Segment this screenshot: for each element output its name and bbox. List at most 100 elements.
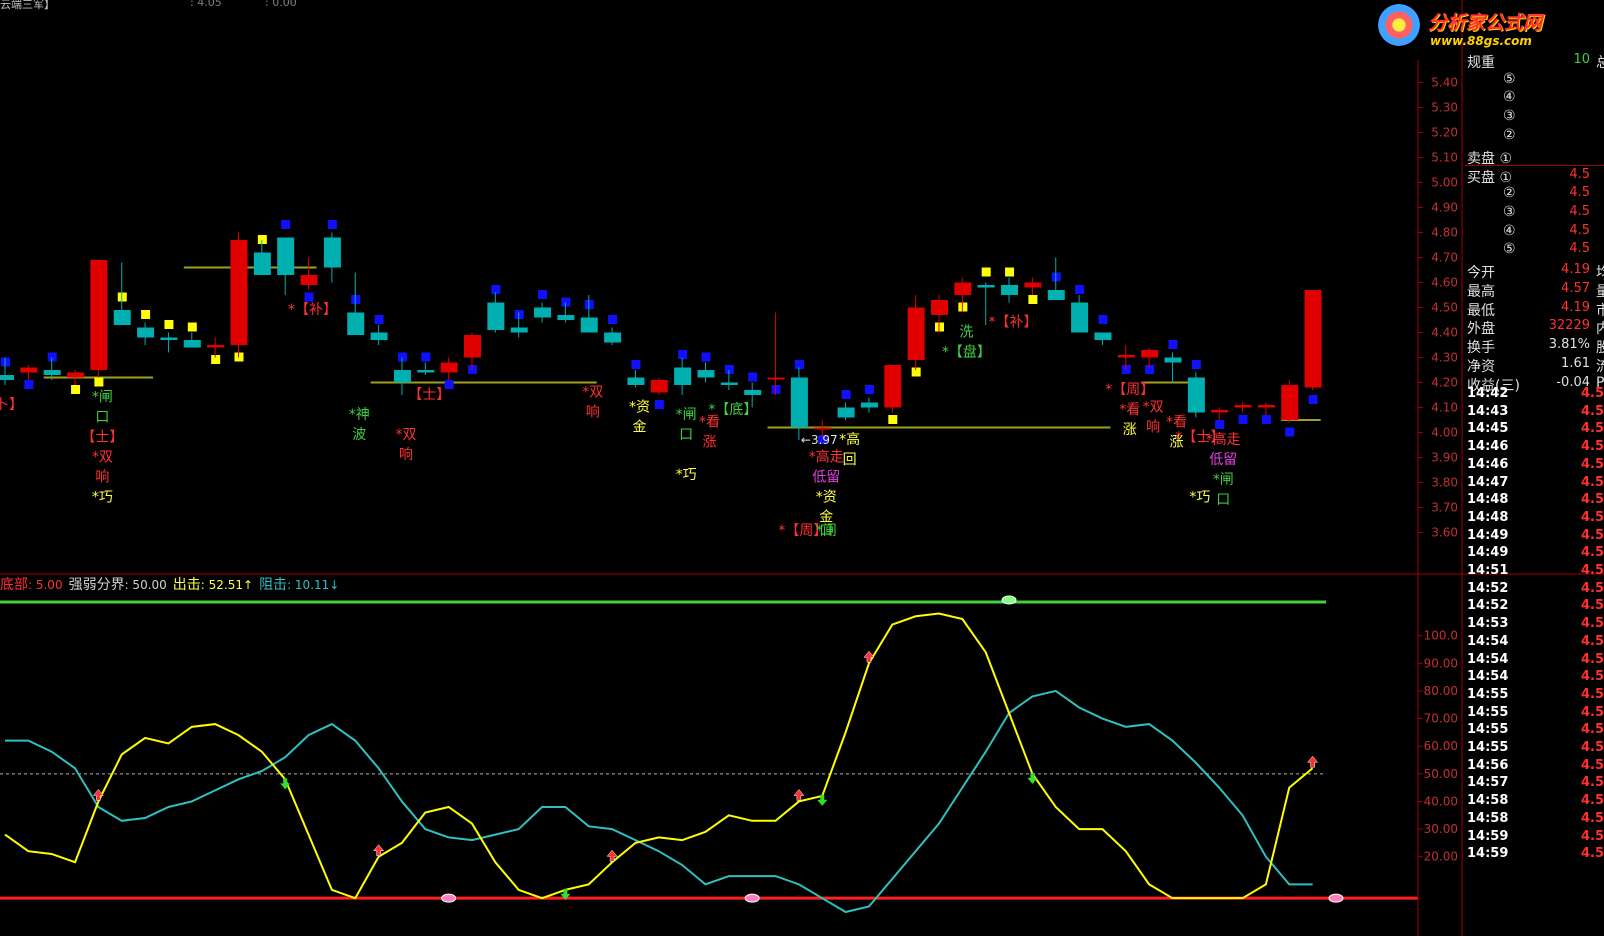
grid-dot — [13, 307, 15, 308]
grid-dot — [755, 157, 757, 158]
annotation-label: 涨 — [703, 435, 717, 451]
annotation-label: *看 — [699, 415, 720, 431]
candle-body — [1141, 350, 1159, 358]
grid-dot — [741, 357, 743, 358]
grid-dot — [489, 432, 491, 433]
grid-dot — [1371, 457, 1373, 458]
candle-body — [464, 335, 481, 358]
quote-value: 4.5 — [1569, 222, 1590, 238]
grid-dot — [335, 407, 337, 408]
grid-dot — [615, 482, 617, 483]
grid-dot — [1007, 207, 1009, 208]
grid-dot — [1399, 182, 1401, 183]
signal-diamond — [441, 893, 457, 903]
grid-dot — [279, 332, 281, 333]
grid-dot — [363, 207, 365, 208]
grid-dot — [83, 482, 85, 483]
grid-dot — [1063, 307, 1065, 308]
candle-body — [931, 300, 948, 315]
grid-dot — [1063, 82, 1065, 83]
grid-dot — [559, 432, 561, 433]
grid-dot — [279, 482, 281, 483]
grid-dot — [1133, 182, 1135, 183]
grid-dot — [1385, 482, 1387, 483]
grid-dot — [391, 507, 393, 508]
candle-body — [1094, 332, 1112, 340]
annotation-label: 口 — [679, 427, 693, 443]
grid-dot — [1077, 157, 1079, 158]
grid-dot — [1203, 482, 1205, 483]
grid-dot — [685, 257, 687, 258]
tick-price: 4.5 — [1580, 563, 1604, 578]
grid-dot — [573, 157, 575, 158]
grid-dot — [797, 332, 799, 333]
kline-chart[interactable]: ←3.97 *闸口【士】*双响*巧*【补】【士】*双响*神波*资金*双响 *闸口*… — [0, 0, 1604, 936]
grid-dot — [153, 157, 155, 158]
grid-dot — [111, 532, 113, 533]
grid-dot — [97, 532, 99, 533]
quote-row: 换手 3.81% 股 — [1465, 337, 1604, 356]
grid-dot — [755, 107, 757, 108]
grid-dot — [195, 182, 197, 183]
grid-dot — [755, 182, 757, 183]
grid-dot — [1119, 257, 1121, 258]
grid-dot — [153, 432, 155, 433]
grid-dot — [195, 307, 197, 308]
grid-dot — [1021, 332, 1023, 333]
grid-dot — [433, 282, 435, 283]
grid-dot — [545, 132, 547, 133]
grid-dot — [0, 282, 1, 283]
grid-dot — [251, 207, 253, 208]
grid-dot — [1217, 157, 1219, 158]
grid-dot — [69, 257, 71, 258]
trend-dot — [24, 380, 34, 389]
grid-dot — [867, 232, 869, 233]
grid-dot — [923, 282, 925, 283]
tick-time: 14:55 — [1467, 704, 1509, 720]
grid-dot — [489, 107, 491, 108]
grid-dot — [629, 182, 631, 183]
tick-price: 4.5 — [1580, 810, 1604, 826]
grid-dot — [223, 182, 225, 183]
grid-dot — [1301, 132, 1303, 133]
grid-dot — [363, 282, 365, 283]
grid-dot — [461, 232, 463, 233]
grid-dot — [195, 282, 197, 283]
grid-dot — [685, 332, 687, 333]
grid-dot — [895, 207, 897, 208]
grid-dot — [979, 407, 981, 408]
grid-dot — [895, 282, 897, 283]
grid-dot — [979, 182, 981, 183]
grid-dot — [55, 432, 57, 433]
grid-dot — [629, 532, 631, 533]
grid-dot — [1329, 457, 1331, 458]
quote-row: 规重 10 总 — [1465, 52, 1604, 71]
grid-dot — [1147, 182, 1149, 183]
grid-dot — [517, 157, 519, 158]
grid-dot — [1021, 482, 1023, 483]
grid-dot — [265, 532, 267, 533]
legend-name: 阻击 — [259, 577, 288, 593]
grid-dot — [503, 82, 505, 83]
grid-dot — [531, 532, 533, 533]
grid-dot — [1371, 532, 1373, 533]
grid-dot — [1357, 207, 1359, 208]
grid-dot — [965, 207, 967, 208]
grid-dot — [713, 82, 715, 83]
grid-dot — [237, 507, 239, 508]
grid-dot — [1357, 332, 1359, 333]
grid-dot — [671, 107, 673, 108]
grid-dot — [1315, 532, 1317, 533]
grid-dot — [209, 182, 211, 183]
grid-dot — [195, 357, 197, 358]
grid-dot — [1161, 432, 1163, 433]
grid-dot — [181, 282, 183, 283]
grid-dot — [601, 432, 603, 433]
grid-dot — [153, 207, 155, 208]
grid-dot — [881, 82, 883, 83]
grid-dot — [1189, 232, 1191, 233]
quote-row: 外盘 32229 内 — [1465, 318, 1604, 337]
grid-dot — [769, 407, 771, 408]
tick-time: 14:51 — [1467, 563, 1509, 578]
grid-dot — [867, 307, 869, 308]
